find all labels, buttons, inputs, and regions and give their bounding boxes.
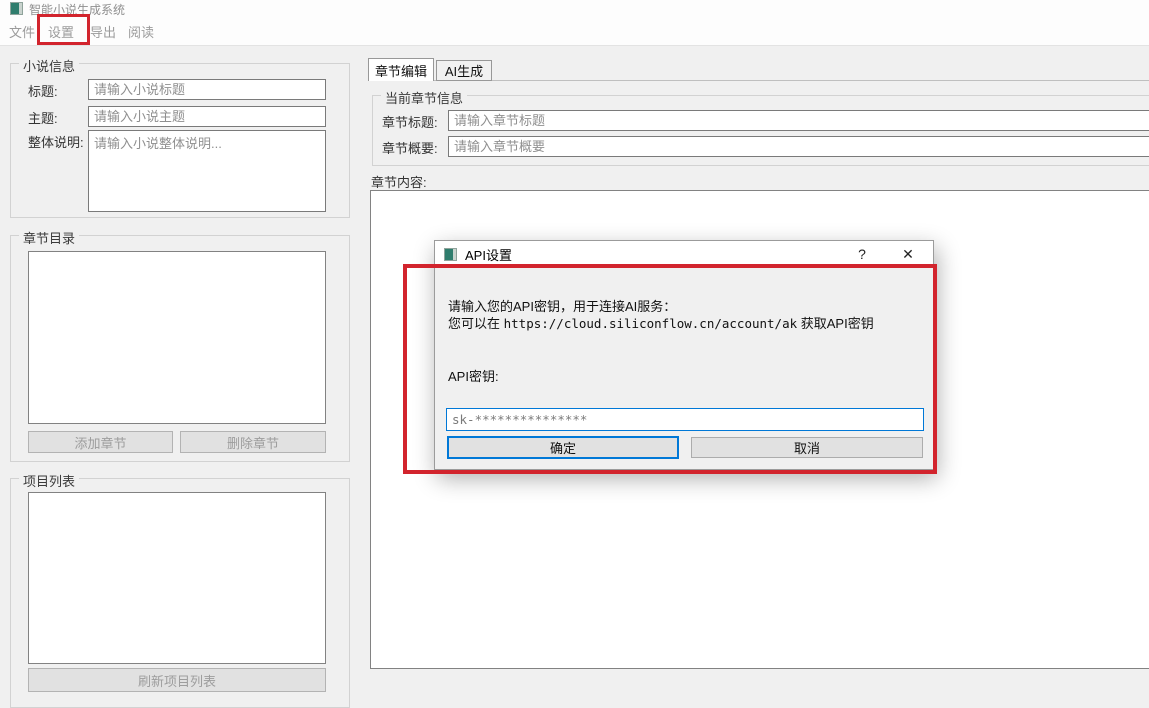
chapter-title-label: 章节标题: xyxy=(382,112,438,131)
dialog-titlebar[interactable]: API设置 ? ✕ xyxy=(435,241,933,267)
dialog-app-icon xyxy=(444,248,457,261)
menu-export[interactable]: 导出 xyxy=(90,22,116,41)
menu-file[interactable]: 文件 xyxy=(9,22,35,41)
api-key-input[interactable] xyxy=(446,408,924,431)
dialog-line2-suffix: 获取API密钥 xyxy=(797,316,874,331)
chapter-content-label: 章节内容: xyxy=(371,172,427,191)
app-icon xyxy=(10,2,23,15)
menu-settings[interactable]: 设置 xyxy=(48,22,74,41)
novel-title-label: 标题: xyxy=(28,81,58,100)
menu-divider xyxy=(0,45,1149,46)
api-settings-dialog: API设置 ? ✕ 请输入您的API密钥，用于连接AI服务： 您可以在 http… xyxy=(434,240,934,470)
ok-button[interactable]: 确定 xyxy=(447,436,679,459)
tab-ai-generate[interactable]: AI生成 xyxy=(436,60,492,81)
api-key-label: API密钥: xyxy=(448,366,499,385)
current-chapter-legend: 当前章节信息 xyxy=(381,88,467,107)
novel-desc-label: 整体说明: xyxy=(28,132,84,151)
dialog-title: API设置 xyxy=(465,245,512,264)
dialog-close-icon[interactable]: ✕ xyxy=(891,241,925,267)
chapter-catalog-legend: 章节目录 xyxy=(19,228,79,247)
add-chapter-button[interactable]: 添加章节 xyxy=(28,431,173,453)
chapter-summary-input[interactable] xyxy=(448,136,1149,157)
novel-theme-label: 主题: xyxy=(28,108,58,127)
novel-info-legend: 小说信息 xyxy=(19,56,79,75)
dialog-line2-prefix: 您可以在 xyxy=(448,316,504,331)
window-titlebar: 智能小说生成系统 xyxy=(0,0,1149,16)
menu-bar: 文件 设置 导出 阅读 xyxy=(0,16,1149,45)
menu-read[interactable]: 阅读 xyxy=(128,22,154,41)
tab-chapter-edit[interactable]: 章节编辑 xyxy=(368,58,434,81)
chapter-title-input[interactable] xyxy=(448,110,1149,131)
dialog-help-button[interactable]: ? xyxy=(845,241,879,267)
chapter-summary-label: 章节概要: xyxy=(382,138,438,157)
dialog-instruction-line2: 您可以在 https://cloud.siliconflow.cn/accoun… xyxy=(448,313,874,332)
project-list[interactable] xyxy=(28,492,326,664)
refresh-projects-button[interactable]: 刷新项目列表 xyxy=(28,668,326,692)
project-list-legend: 项目列表 xyxy=(19,471,79,490)
cancel-button[interactable]: 取消 xyxy=(691,437,923,458)
novel-title-input[interactable] xyxy=(88,79,326,100)
delete-chapter-button[interactable]: 删除章节 xyxy=(180,431,326,453)
chapter-list[interactable] xyxy=(28,251,326,424)
dialog-api-url: https://cloud.siliconflow.cn/account/ak xyxy=(504,316,798,331)
novel-theme-input[interactable] xyxy=(88,106,326,127)
novel-desc-textarea[interactable] xyxy=(88,130,326,212)
